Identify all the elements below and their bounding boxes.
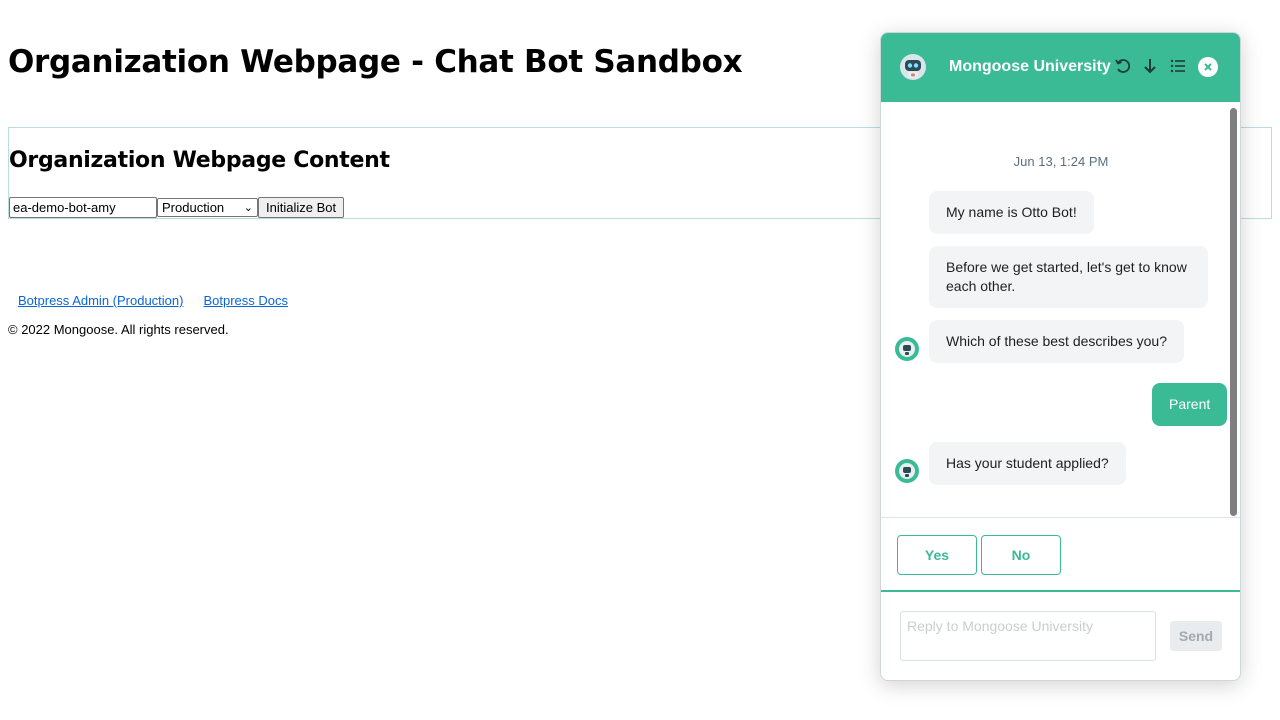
- bot-controls: Production ⌄ Initialize Bot: [9, 197, 345, 218]
- close-icon[interactable]: [1198, 57, 1218, 77]
- send-button[interactable]: Send: [1170, 621, 1222, 651]
- date-separator: Jun 13, 1:24 PM: [1013, 154, 1109, 169]
- chevron-down-icon: ⌄: [243, 202, 253, 214]
- quick-reply-yes-button[interactable]: Yes: [897, 535, 977, 575]
- refresh-icon[interactable]: [1113, 56, 1133, 76]
- bot-avatar-icon: [895, 459, 919, 483]
- initialize-bot-button[interactable]: Initialize Bot: [258, 197, 345, 218]
- scrollbar[interactable]: [1230, 108, 1237, 516]
- message-bubble-bot: Before we get started, let's get to know…: [929, 246, 1208, 308]
- chat-header: Mongoose University: [881, 33, 1240, 102]
- page-title: Organization Webpage - Chat Bot Sandbox: [8, 44, 743, 80]
- chat-widget: Mongoose University Jun 13, 1:24 PM My n…: [880, 32, 1241, 681]
- environment-select[interactable]: Production ⌄: [157, 198, 258, 217]
- reply-input[interactable]: Reply to Mongoose University: [900, 611, 1156, 661]
- message-bubble-user: Parent: [1152, 383, 1228, 426]
- message-bubble-bot: My name is Otto Bot!: [929, 191, 1094, 234]
- chat-title: Mongoose University: [949, 58, 1111, 75]
- message-bubble-bot: Which of these best describes you?: [929, 320, 1185, 363]
- botpress-docs-link[interactable]: Botpress Docs: [203, 293, 288, 308]
- download-icon[interactable]: [1140, 56, 1160, 76]
- bot-avatar-icon: [900, 54, 926, 80]
- copyright-text: © 2022 Mongoose. All rights reserved.: [8, 322, 229, 337]
- footer-links: Botpress Admin (Production) Botpress Doc…: [18, 293, 288, 308]
- quick-replies: Yes No: [881, 517, 1240, 592]
- message-bubble-bot: Has your student applied?: [929, 442, 1126, 485]
- list-icon[interactable]: [1168, 56, 1188, 76]
- bot-avatar-icon: [895, 337, 919, 361]
- bot-id-input[interactable]: [9, 197, 157, 218]
- environment-selected-value: Production: [162, 200, 225, 215]
- content-title: Organization Webpage Content: [9, 148, 390, 173]
- botpress-admin-link[interactable]: Botpress Admin (Production): [18, 293, 183, 308]
- quick-reply-no-button[interactable]: No: [981, 535, 1061, 575]
